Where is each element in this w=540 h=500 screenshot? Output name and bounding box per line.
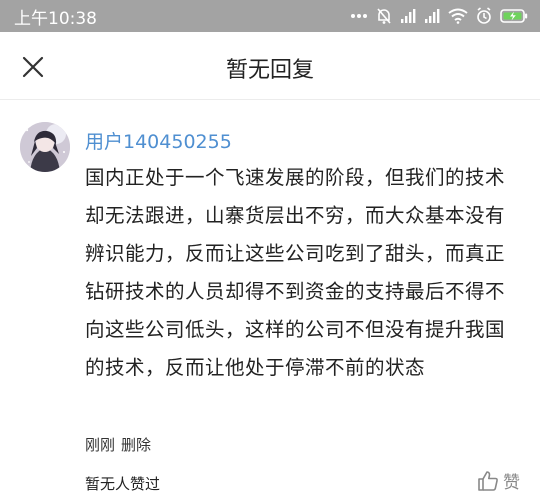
comment-text: 国内正处于一个飞速发展的阶段，但我们的技术却无法跟进，山寨货层出不穷，而大众基本… xyxy=(85,166,506,379)
comment-time: 刚刚 xyxy=(85,436,116,454)
page-title: 暂无回复 xyxy=(225,58,314,83)
alarm-icon xyxy=(476,7,492,25)
mute-bell-icon xyxy=(376,7,392,25)
sheet-header: 暂无回复 xyxy=(0,32,540,100)
like-button[interactable]: 赞 xyxy=(477,468,520,493)
status-bar: 上午10:38 xyxy=(0,0,540,32)
more-dots-icon xyxy=(350,13,368,19)
delete-button[interactable]: 删除 xyxy=(121,434,151,455)
status-icons xyxy=(350,7,528,25)
thumbs-up-icon xyxy=(478,470,498,491)
like-label: 赞 xyxy=(503,473,520,493)
comment-meta: 刚刚 删除 xyxy=(85,434,151,455)
likes-summary: 暂无人赞过 xyxy=(85,475,161,493)
avatar[interactable] xyxy=(20,122,70,172)
signal-icon xyxy=(424,8,440,24)
comment-username[interactable]: 用户140450255 xyxy=(85,127,232,154)
wifi-icon xyxy=(448,8,468,24)
battery-charging-icon xyxy=(500,8,528,24)
reply-sheet: 暂无回复 用户140450255 国内正处于一个飞速发展的阶段，但我们的技术却无… xyxy=(0,32,540,500)
signal-icon xyxy=(400,8,416,24)
status-time: 上午10:38 xyxy=(14,8,97,29)
